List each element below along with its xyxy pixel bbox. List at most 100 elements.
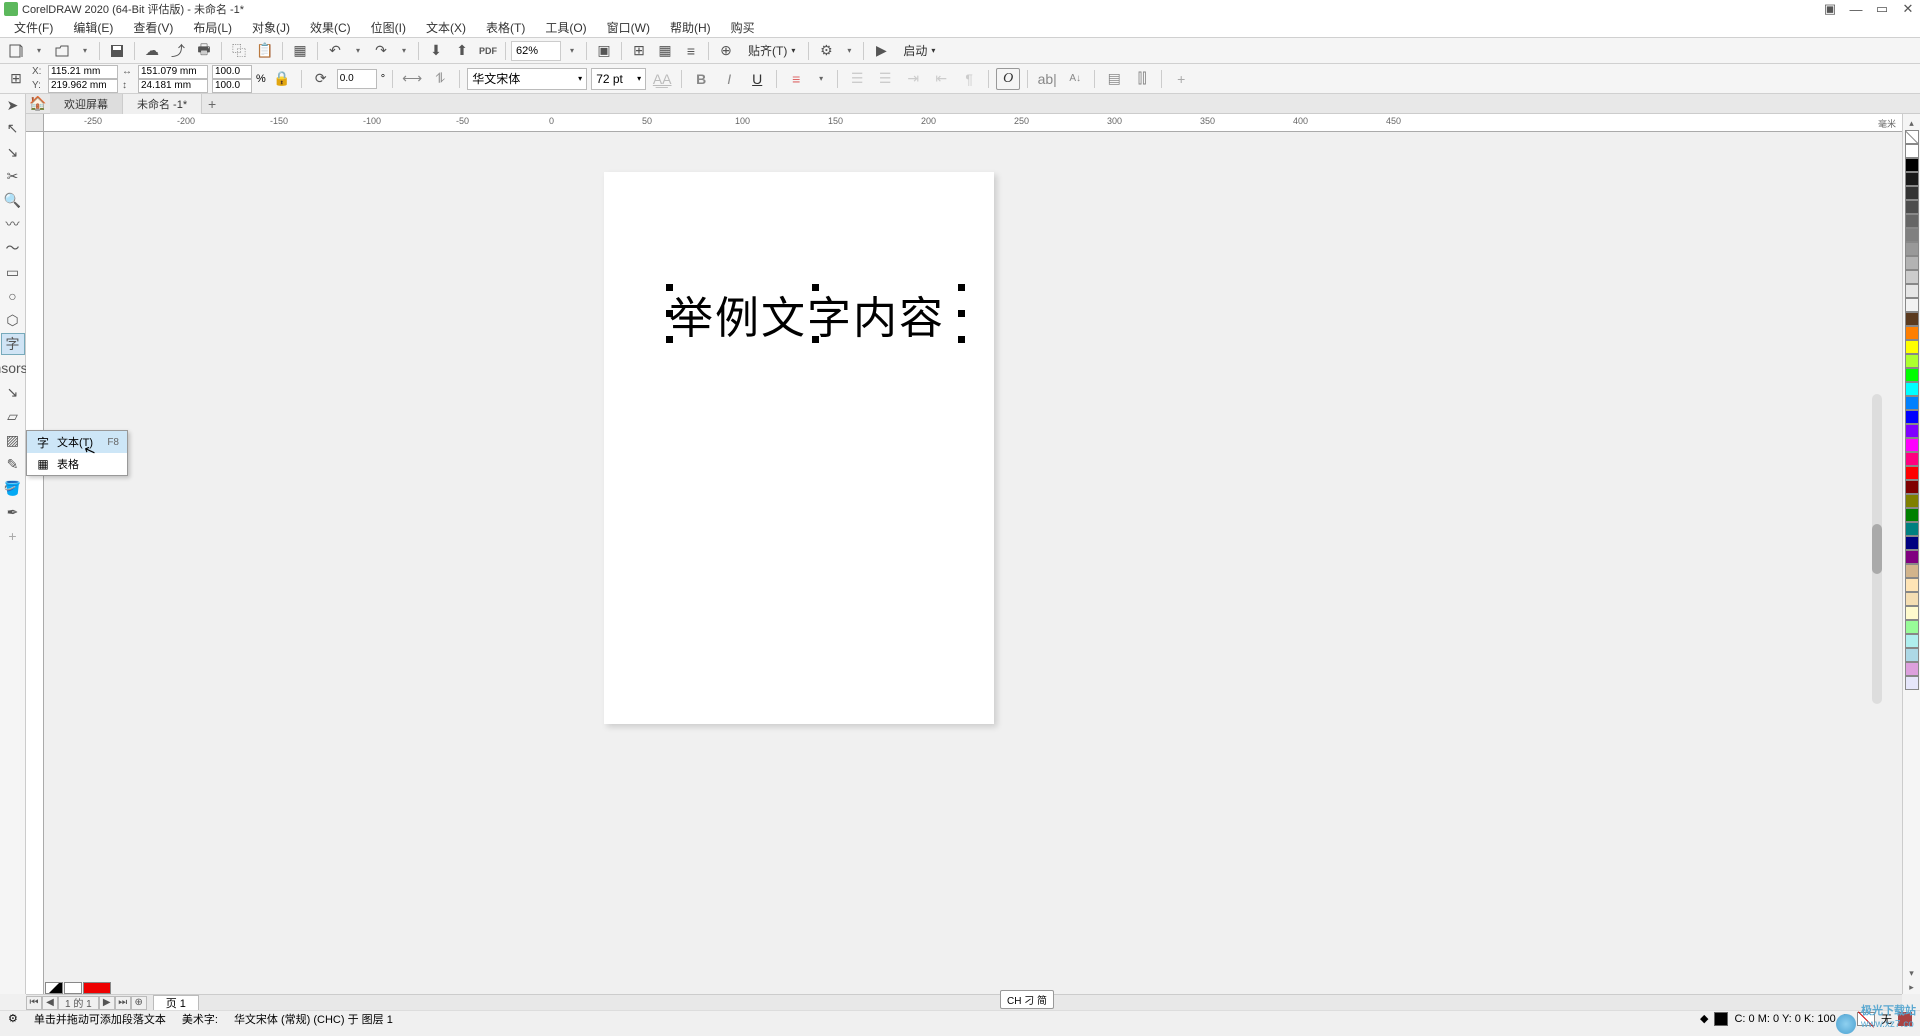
color-swatch[interactable]: [1905, 186, 1919, 200]
color-swatch[interactable]: [1905, 382, 1919, 396]
recent-color-2[interactable]: [45, 982, 63, 994]
palette-menu[interactable]: ▸: [1904, 980, 1920, 994]
color-swatch[interactable]: [1905, 424, 1919, 438]
add-button[interactable]: +: [1169, 68, 1193, 90]
color-swatch[interactable]: [1905, 508, 1919, 522]
export2-button[interactable]: ⬆: [450, 40, 474, 62]
canvas-background[interactable]: 举例文字内容: [44, 132, 1884, 976]
open-dropdown[interactable]: ▾: [76, 40, 94, 62]
menu-bitmap[interactable]: 位图(I): [361, 17, 416, 38]
text-options-button[interactable]: ⫿⫿: [1130, 68, 1154, 90]
show-rulers-button[interactable]: ⊞: [627, 40, 651, 62]
new-dropdown[interactable]: ▾: [30, 40, 48, 62]
clipboard-button[interactable]: ▦: [288, 40, 312, 62]
dropcap-button[interactable]: ¶: [957, 68, 981, 90]
bold-button[interactable]: B: [689, 68, 713, 90]
align-dropdown[interactable]: ▾: [812, 68, 830, 90]
zoom-slider[interactable]: [1872, 394, 1882, 704]
horizontal-ruler[interactable]: 毫米 -250-200-150-100-50050100150200250300…: [44, 114, 1902, 132]
pick-tool-tab[interactable]: ➤: [1, 97, 25, 114]
zoom-input[interactable]: [511, 41, 561, 61]
mirror-v-button[interactable]: ⥮: [428, 68, 452, 90]
color-swatch[interactable]: [1905, 396, 1919, 410]
import-button[interactable]: ⬇: [424, 40, 448, 62]
menu-text[interactable]: 文本(X): [416, 17, 476, 38]
color-swatch[interactable]: [1905, 620, 1919, 634]
fill-color-swatch[interactable]: [1714, 1012, 1728, 1026]
selection-handle-ml[interactable]: [666, 310, 673, 317]
shape-tool[interactable]: ↘: [1, 141, 25, 163]
next-page-button[interactable]: ▶: [99, 996, 115, 1010]
eyedropper-tool[interactable]: ✎: [1, 453, 25, 475]
page-tab-1[interactable]: 页 1: [153, 995, 199, 1011]
color-swatch[interactable]: [1905, 634, 1919, 648]
maximize-button[interactable]: ▭: [1874, 2, 1890, 16]
width-input[interactable]: [138, 65, 208, 79]
fill-tool[interactable]: 🪣: [1, 477, 25, 499]
crop-tool[interactable]: ✂: [1, 165, 25, 187]
last-page-button[interactable]: ⏭: [115, 996, 131, 1010]
scale-y-input[interactable]: [212, 79, 252, 93]
font-size-select[interactable]: 72 pt▾: [591, 68, 646, 90]
redo-dropdown[interactable]: ▾: [395, 40, 413, 62]
rectangle-tool[interactable]: ▭: [1, 261, 25, 283]
indent-dec-button[interactable]: ⇤: [929, 68, 953, 90]
color-swatch[interactable]: [1905, 242, 1919, 256]
add-tab-button[interactable]: +: [202, 94, 222, 114]
outline-tool[interactable]: ✒: [1, 501, 25, 523]
color-swatch[interactable]: [1905, 340, 1919, 354]
palette-up[interactable]: ▴: [1904, 116, 1920, 130]
zoom-tool[interactable]: 🔍: [1, 189, 25, 211]
color-swatch[interactable]: [1905, 368, 1919, 382]
color-swatch[interactable]: [1905, 480, 1919, 494]
help-icon[interactable]: ▣: [1822, 2, 1838, 16]
menu-file[interactable]: 文件(F): [4, 17, 63, 38]
welcome-tab[interactable]: 欢迎屏幕: [50, 94, 123, 114]
color-swatch[interactable]: [1905, 592, 1919, 606]
add-tool[interactable]: +: [1, 525, 25, 547]
height-input[interactable]: [138, 79, 208, 93]
edit-text-button[interactable]: ▤: [1102, 68, 1126, 90]
bullet-list-button[interactable]: ☰: [845, 68, 869, 90]
menu-buy[interactable]: 购买: [721, 17, 765, 38]
mirror-h-button[interactable]: ⟷: [400, 68, 424, 90]
menu-table[interactable]: 表格(T): [476, 17, 535, 38]
menu-edit[interactable]: 编辑(E): [63, 17, 123, 38]
ellipse-tool[interactable]: ○: [1, 285, 25, 307]
canvas-area[interactable]: 毫米 -250-200-150-100-50050100150200250300…: [26, 114, 1902, 994]
save-button[interactable]: [105, 40, 129, 62]
undo-dropdown[interactable]: ▾: [349, 40, 367, 62]
selection-handle-br[interactable]: [958, 336, 965, 343]
color-swatch[interactable]: [1905, 214, 1919, 228]
add-page-button[interactable]: ⊕: [131, 996, 147, 1010]
prev-page-button[interactable]: ◀: [42, 996, 58, 1010]
menu-effects[interactable]: 效果(C): [300, 17, 361, 38]
color-swatch[interactable]: [1905, 494, 1919, 508]
zoom-slider-thumb[interactable]: [1872, 524, 1882, 574]
show-guides-button[interactable]: ≡: [679, 40, 703, 62]
paste-button[interactable]: 📋: [253, 40, 277, 62]
selection-handle-tl[interactable]: [666, 284, 673, 291]
italic-button[interactable]: I: [717, 68, 741, 90]
fullscreen-button[interactable]: ▣: [592, 40, 616, 62]
color-swatch[interactable]: [1905, 522, 1919, 536]
launch-icon[interactable]: ▶: [869, 40, 893, 62]
redo-button[interactable]: ↷: [369, 40, 393, 62]
menu-tools[interactable]: 工具(O): [535, 17, 596, 38]
color-swatch[interactable]: [1905, 536, 1919, 550]
export-button[interactable]: ⤴: [166, 40, 190, 62]
indent-inc-button[interactable]: ⇥: [901, 68, 925, 90]
color-swatch[interactable]: [1905, 158, 1919, 172]
ime-indicator[interactable]: CH 刁 简: [1000, 990, 1054, 1009]
new-button[interactable]: [4, 40, 28, 62]
color-swatch[interactable]: [1905, 564, 1919, 578]
color-swatch[interactable]: [1905, 410, 1919, 424]
polygon-tool[interactable]: ⬡: [1, 309, 25, 331]
color-swatch[interactable]: [1905, 298, 1919, 312]
color-swatch[interactable]: [1905, 676, 1919, 690]
selection-handle-tr[interactable]: [958, 284, 965, 291]
selection-handle-tm[interactable]: [812, 284, 819, 291]
artistic-media-tool[interactable]: 〜: [1, 237, 25, 259]
color-swatch[interactable]: [1905, 578, 1919, 592]
selection-handle-bm[interactable]: [812, 336, 819, 343]
